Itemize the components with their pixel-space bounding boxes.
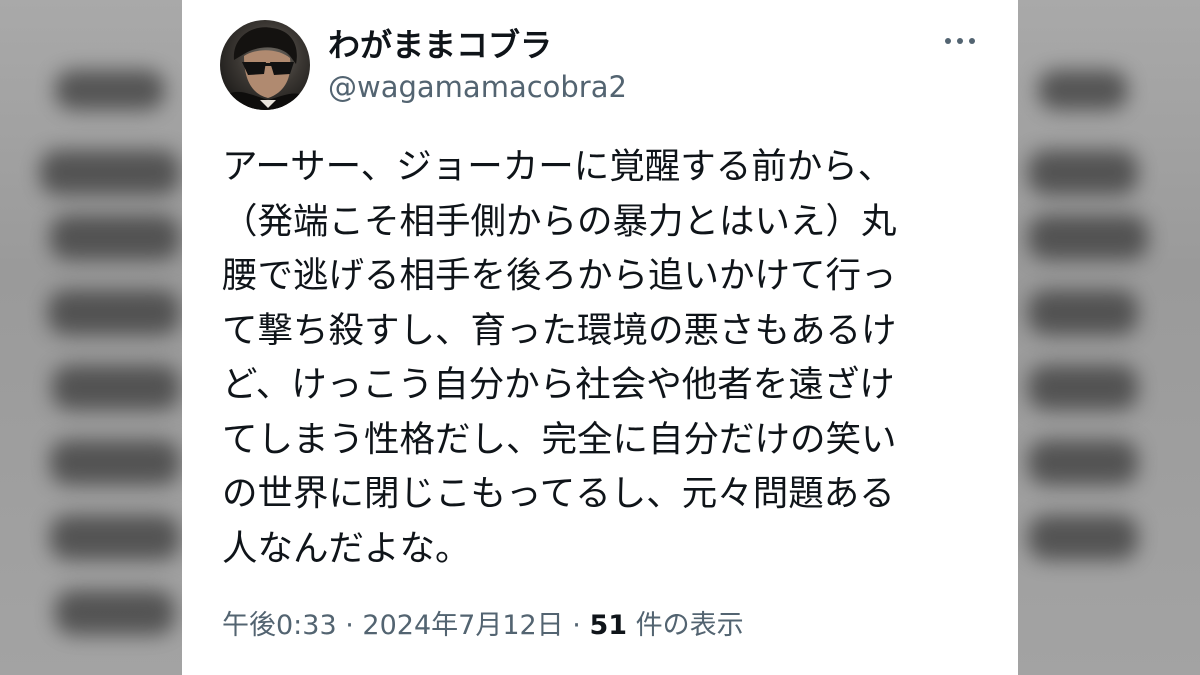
tweet-text-line: 人なんだよな。 bbox=[222, 527, 471, 569]
blurred-background-right bbox=[1018, 0, 1200, 675]
user-handle[interactable]: @wagamamacobra2 bbox=[328, 70, 627, 104]
more-horizontal-icon[interactable] bbox=[940, 26, 980, 56]
avatar-portrait-image bbox=[220, 27, 310, 110]
more-dot bbox=[945, 38, 951, 44]
more-dot bbox=[969, 38, 975, 44]
avatar[interactable] bbox=[220, 20, 310, 110]
views-label: 件の表示 bbox=[635, 610, 744, 641]
tweet-text-line: 腰で逃げる相手を後ろから追いかけて行っ bbox=[222, 255, 897, 296]
tweet-text-line: てしまう性格だし、完全に自分だけの笑い bbox=[222, 418, 897, 460]
more-dot bbox=[957, 38, 963, 44]
views-count: 51 bbox=[589, 610, 628, 641]
tweet-text-line: て撃ち殺すし、育った環境の悪さもあるけ bbox=[222, 309, 897, 351]
tweet-text-line: ど、けっこう自分から社会や他者を遠ざけ bbox=[222, 364, 895, 405]
tweet-text-line: （発端こそ相手側からの暴力とはいえ）丸 bbox=[222, 200, 897, 242]
display-name[interactable]: わがままコブラ bbox=[328, 20, 552, 66]
tweet-timestamp-link[interactable]: 午後0:33 · 2024年7月12日 bbox=[222, 610, 564, 641]
blurred-background-left bbox=[0, 0, 182, 675]
tweet-card: わがままコブラ @wagamamacobra2 アーサー、ジョーカーに覚醒する前… bbox=[182, 0, 1018, 675]
meta-separator: · bbox=[345, 610, 354, 641]
tweet-time: 午後0:33 bbox=[222, 610, 337, 641]
tweet-text: アーサー、ジョーカーに覚醒する前から、 （発端こそ相手側からの暴力とはいえ）丸 … bbox=[222, 140, 982, 576]
tweet-meta: 午後0:33 · 2024年7月12日 · 51 件の表示 bbox=[222, 603, 744, 642]
tweet-date: 2024年7月12日 bbox=[362, 610, 564, 641]
tweet-text-line: アーサー、ジョーカーに覚醒する前から、 bbox=[222, 146, 894, 187]
tweet-text-line: の世界に閉じこもってるし、元々問題ある bbox=[222, 473, 895, 514]
meta-separator: · bbox=[572, 610, 581, 641]
